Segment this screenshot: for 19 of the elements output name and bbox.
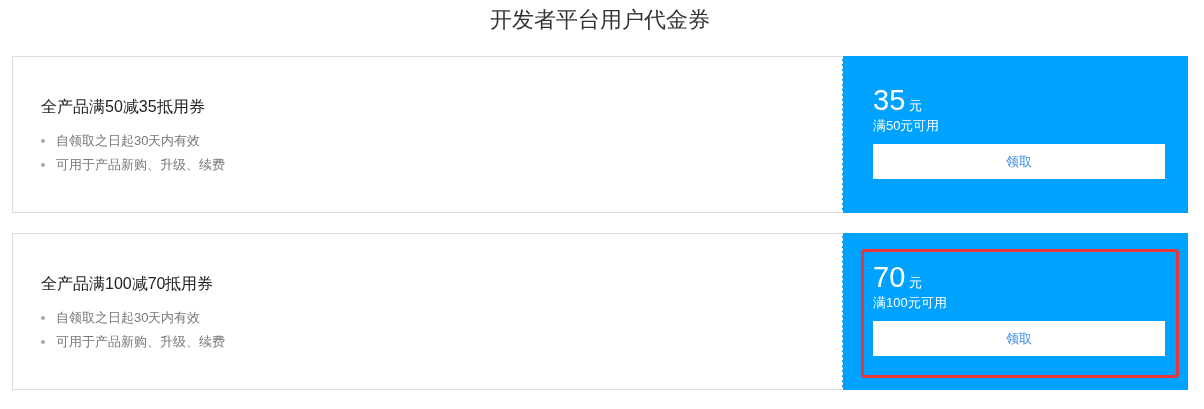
coupon-name: 全产品满100减70抵用券 <box>41 274 215 294</box>
currency-unit: 元 <box>909 274 923 292</box>
term-text: 可用于产品新购、升级、续费 <box>56 156 225 174</box>
term-text: 自领取之日起30天内有效 <box>56 309 201 327</box>
coupon-amount: 70 <box>873 261 906 293</box>
bullet-icon <box>41 340 45 344</box>
bullet-icon <box>41 316 45 320</box>
currency-unit: 元 <box>909 97 923 115</box>
coupon-name: 全产品满50减35抵用券 <box>41 97 206 117</box>
claim-button[interactable]: 领取 <box>873 321 1165 356</box>
term-text: 自领取之日起30天内有效 <box>56 132 201 150</box>
term-text: 可用于产品新购、升级、续费 <box>56 333 225 351</box>
usage-condition: 满100元可用 <box>873 294 948 312</box>
claim-button[interactable]: 领取 <box>873 144 1165 179</box>
coupon-amount: 35 <box>873 84 906 116</box>
bullet-icon <box>41 139 45 143</box>
page-title: 开发者平台用户代金券 <box>489 6 711 34</box>
bullet-icon <box>41 163 45 167</box>
usage-condition: 满50元可用 <box>873 117 941 135</box>
